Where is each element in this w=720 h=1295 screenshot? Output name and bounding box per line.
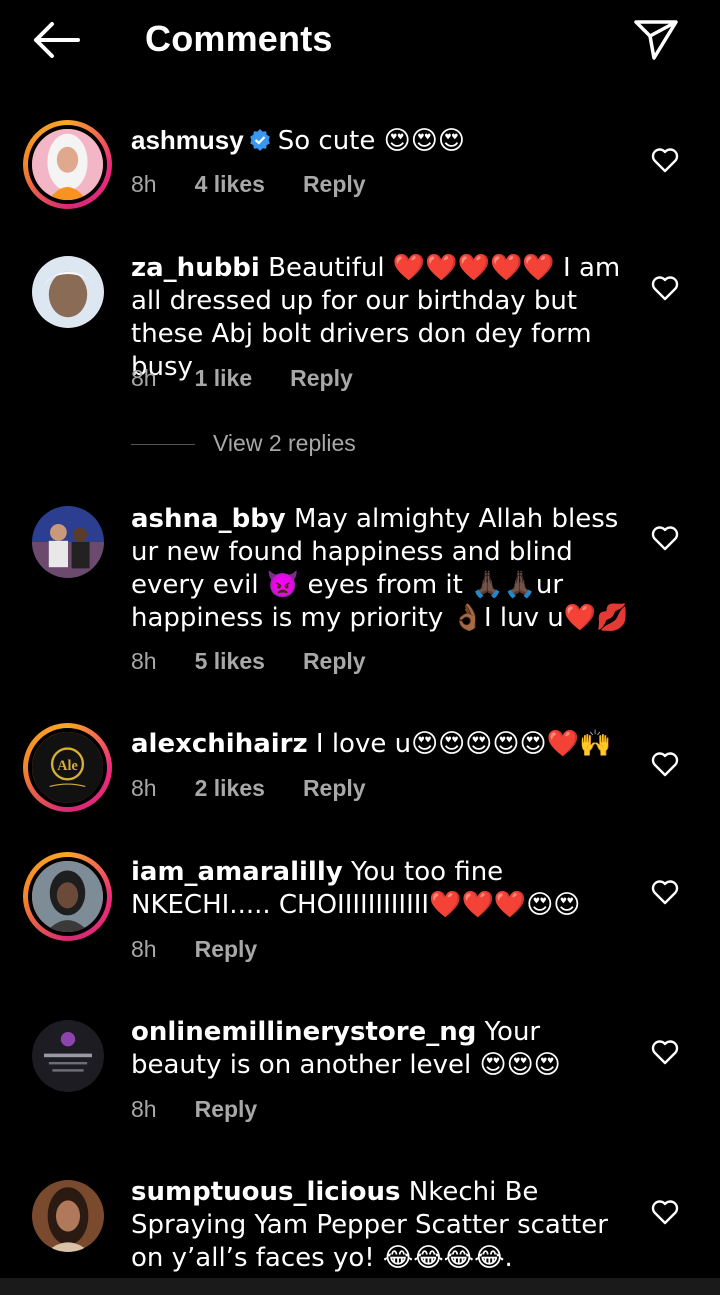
- likes-count[interactable]: 2 likes: [195, 775, 265, 801]
- verified-badge-icon: [249, 129, 270, 151]
- likes-count[interactable]: 4 likes: [195, 171, 265, 197]
- bottom-bar: [0, 1278, 720, 1295]
- username[interactable]: onlinemillinerystore_ng: [131, 1017, 476, 1047]
- svg-text:Ale: Ale: [57, 758, 78, 774]
- reply-button[interactable]: Reply: [303, 171, 366, 197]
- like-heart-icon[interactable]: [651, 751, 679, 777]
- comment-text: I love u😍😍😍😍😍❤️🙌: [315, 729, 612, 759]
- avatar[interactable]: [32, 1020, 104, 1092]
- likes-count[interactable]: 5 likes: [195, 648, 265, 674]
- avatar[interactable]: Ale: [23, 723, 112, 812]
- reply-button[interactable]: Reply: [303, 775, 366, 801]
- username[interactable]: iam_amaralilly: [131, 857, 343, 887]
- avatar[interactable]: [32, 256, 104, 328]
- page-title: Comments: [145, 18, 333, 59]
- avatar[interactable]: [23, 852, 112, 941]
- avatar[interactable]: [32, 506, 104, 578]
- reply-button[interactable]: Reply: [303, 648, 366, 674]
- header: Comments: [0, 0, 720, 80]
- comment-time: 8h: [131, 648, 157, 674]
- avatar[interactable]: [32, 1180, 104, 1252]
- divider: [131, 444, 195, 446]
- send-icon[interactable]: [632, 18, 680, 62]
- comment-text: So cute 😍😍😍: [277, 126, 465, 156]
- comment-time: 8h: [131, 171, 157, 197]
- like-heart-icon[interactable]: [651, 1039, 679, 1065]
- comment-time: 8h: [131, 936, 157, 962]
- reply-button[interactable]: Reply: [290, 365, 353, 391]
- avatar[interactable]: [23, 120, 112, 209]
- like-heart-icon[interactable]: [651, 147, 679, 173]
- back-arrow-icon[interactable]: [30, 20, 82, 60]
- like-heart-icon[interactable]: [651, 275, 679, 301]
- username[interactable]: ashna_bby: [131, 504, 286, 534]
- like-heart-icon[interactable]: [651, 525, 679, 551]
- view-replies-label: View 2 replies: [213, 430, 356, 456]
- like-heart-icon[interactable]: [651, 879, 679, 905]
- username[interactable]: za_hubbi: [131, 253, 260, 283]
- comment-time: 8h: [131, 775, 157, 801]
- username[interactable]: ashmusy: [131, 125, 244, 155]
- view-replies-button[interactable]: View 2 replies: [131, 430, 356, 464]
- likes-count[interactable]: 1 like: [195, 365, 253, 391]
- like-heart-icon[interactable]: [651, 1199, 679, 1225]
- reply-button[interactable]: Reply: [195, 936, 258, 962]
- username[interactable]: alexchihairz: [131, 729, 308, 759]
- comment-time: 8h: [131, 1096, 157, 1122]
- username[interactable]: sumptuous_licious: [131, 1177, 400, 1207]
- comment-time: 8h: [131, 365, 157, 391]
- reply-button[interactable]: Reply: [195, 1096, 258, 1122]
